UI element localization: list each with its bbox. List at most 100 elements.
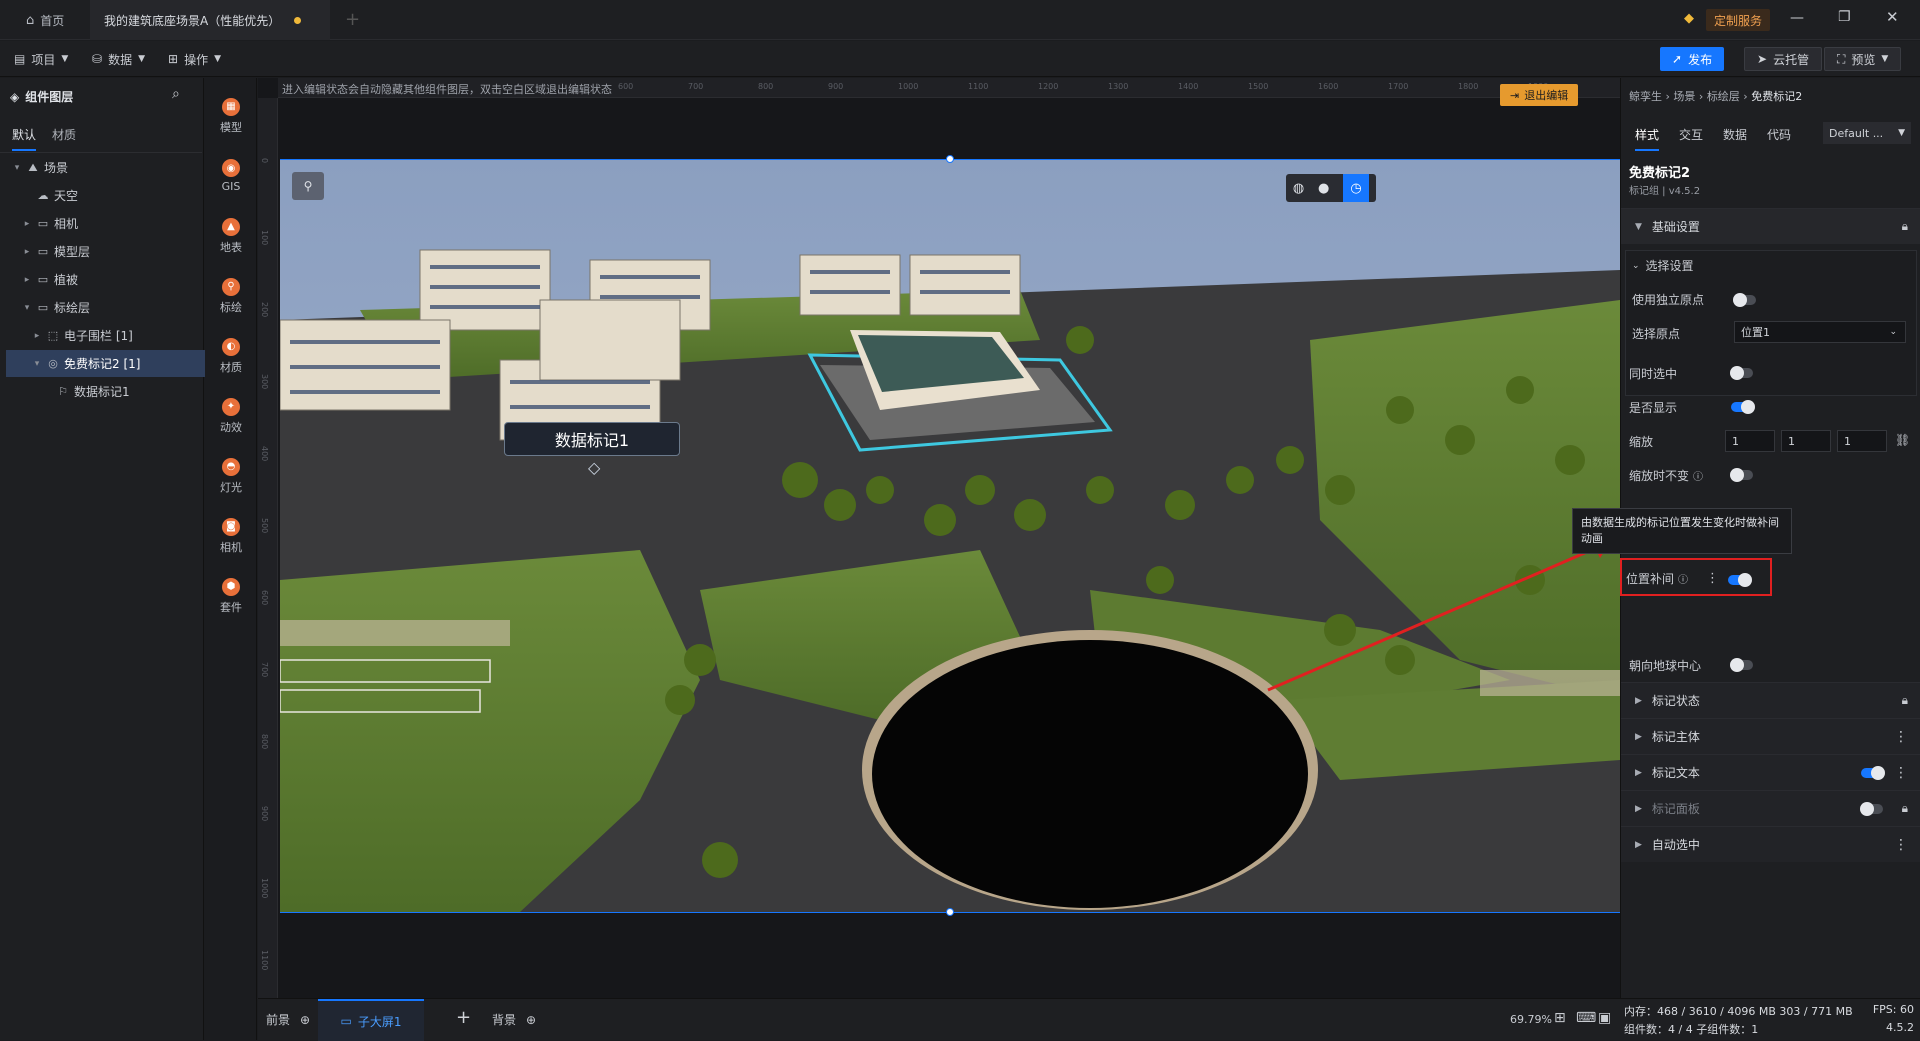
tree-item[interactable]: ☁ 天空 xyxy=(6,182,208,209)
component-category-5[interactable]: ✦ 动效 xyxy=(205,386,257,446)
face-center-toggle[interactable] xyxy=(1730,658,1753,672)
component-category-8[interactable]: ⬢ 套件 xyxy=(205,566,257,626)
terminal-icon[interactable]: ▣ xyxy=(1598,1010,1611,1026)
component-category-2[interactable]: ▲ 地表 xyxy=(205,206,257,266)
caret-icon[interactable]: ▾ xyxy=(12,163,22,173)
sync-select-toggle[interactable] xyxy=(1730,366,1753,380)
tab-default[interactable]: 默认 xyxy=(12,126,37,151)
restore-icon[interactable]: ❐ xyxy=(1838,9,1851,25)
component-category-3[interactable]: ⚲ 标绘 xyxy=(205,266,257,326)
marker-text-toggle[interactable] xyxy=(1861,766,1885,780)
property-tab[interactable]: 交互 xyxy=(1679,126,1703,151)
component-category-6[interactable]: ◓ 灯光 xyxy=(205,446,257,506)
property-section[interactable]: ▶ 标记面板 🔒︎ xyxy=(1621,790,1920,826)
theme-select[interactable]: Default ... ▼ xyxy=(1823,122,1911,144)
component-category-0[interactable]: ▦ 模型 xyxy=(205,86,257,146)
project-menu[interactable]: ▤ 项目 ▼ xyxy=(14,41,68,77)
zoom-level[interactable]: 69.79% xyxy=(1510,1013,1552,1026)
component-category-4[interactable]: ◐ 材质 xyxy=(205,326,257,386)
light-icon: ◓ xyxy=(222,457,240,476)
data-menu[interactable]: ⛁ 数据 ▼ xyxy=(92,41,145,77)
caret-icon[interactable]: ▸ xyxy=(22,219,32,229)
minimize-icon[interactable]: — xyxy=(1790,10,1804,26)
tree-item[interactable]: ▸ ▭ 相机 xyxy=(6,210,208,237)
property-section[interactable]: ▶ 标记状态 🔒︎ xyxy=(1621,682,1920,718)
keyboard-icon[interactable]: ⌨ xyxy=(1576,1010,1596,1026)
publish-button[interactable]: ➚ 发布 xyxy=(1660,47,1725,71)
tree-item[interactable]: ▾ ◎ 免费标记2 [1] xyxy=(6,350,208,377)
help-icon[interactable]: ⓘ xyxy=(1678,571,1688,586)
caret-icon[interactable]: ▸ xyxy=(22,247,32,257)
breadcrumb-item[interactable]: 免费标记2 xyxy=(1751,90,1802,103)
foreground-tab[interactable]: 前景 ⊕ xyxy=(266,1011,310,1028)
globe-icon[interactable]: ◍ xyxy=(1293,181,1304,196)
resize-handle-top[interactable] xyxy=(946,155,954,163)
operate-menu[interactable]: ⊞ 操作 ▼ xyxy=(168,41,221,77)
tree-item[interactable]: ▾ ▭ 标绘层 xyxy=(6,294,208,321)
kebab-icon[interactable]: ⋮ xyxy=(1894,837,1908,853)
section-basic-settings[interactable]: ▼ 基础设置 🔒︎ xyxy=(1621,208,1920,244)
origin-select[interactable]: 位置1 ⌄ xyxy=(1734,321,1906,343)
scale-fixed-toggle[interactable] xyxy=(1730,468,1753,482)
sub-screen-tab[interactable]: ▭ 子大屏1 xyxy=(318,999,424,1041)
use-origin-toggle[interactable] xyxy=(1733,293,1756,307)
caret-icon[interactable]: ▾ xyxy=(22,303,32,313)
help-icon[interactable]: ⓘ xyxy=(1693,468,1703,483)
exit-edit-button[interactable]: ⇥ 退出编辑 xyxy=(1500,84,1579,106)
caret-icon[interactable]: ▾ xyxy=(32,359,42,369)
tree-item[interactable]: ▸ ⬚ 电子围栏 [1] xyxy=(6,322,208,349)
breadcrumb-item[interactable]: 标绘层 xyxy=(1707,90,1740,103)
tween-toggle[interactable] xyxy=(1728,573,1752,587)
property-section[interactable]: ▶ 标记主体 ⋮ xyxy=(1621,718,1920,754)
property-tab[interactable]: 样式 xyxy=(1635,126,1660,151)
search-icon[interactable]: ⌕ xyxy=(172,86,180,102)
kebab-icon[interactable]: ⋮ xyxy=(1894,765,1908,781)
link-icon[interactable]: ⛓ xyxy=(1895,433,1910,447)
sphere-icon[interactable]: ● xyxy=(1318,181,1329,196)
chevron-right-icon: ▶ xyxy=(1635,695,1642,706)
add-screen-icon[interactable]: + xyxy=(456,1007,471,1028)
background-tab[interactable]: 背景 ⊕ xyxy=(492,1011,536,1028)
tab-material[interactable]: 材质 xyxy=(52,126,76,143)
lock-icon[interactable]: 🔒︎ xyxy=(1902,801,1908,816)
lock-icon[interactable]: 🔒︎ xyxy=(1902,219,1908,234)
lock-icon[interactable]: 🔒︎ xyxy=(1902,693,1908,708)
tree-item[interactable]: ▾ ⛰ 场景 xyxy=(6,154,208,181)
scale-y-input[interactable]: 1 xyxy=(1781,430,1831,452)
tree-item[interactable]: ▸ ▭ 植被 xyxy=(6,266,208,293)
property-tab[interactable]: 代码 xyxy=(1767,126,1791,151)
breadcrumb-item[interactable]: 鲸孪生 xyxy=(1629,90,1662,103)
caret-icon[interactable]: ▸ xyxy=(22,275,32,285)
preview-button[interactable]: ⛶ 预览 ▼ xyxy=(1824,47,1902,71)
tree-item[interactable]: ▸ ▭ 模型层 xyxy=(6,238,208,265)
data-marker-label[interactable]: 数据标记1 xyxy=(504,422,680,456)
home-tab[interactable]: ⌂ 首页 xyxy=(12,0,78,40)
fit-screen-icon[interactable]: ⊞ xyxy=(1554,1010,1566,1026)
kebab-icon[interactable]: ⋮ xyxy=(1894,729,1908,745)
scale-z-input[interactable]: 1 xyxy=(1837,430,1887,452)
custom-service-badge[interactable]: 定制服务 xyxy=(1706,9,1771,31)
component-category-7[interactable]: ◙ 相机 xyxy=(205,506,257,566)
location-pin-icon[interactable]: ⚲ xyxy=(292,172,324,200)
component-category-1[interactable]: ◉ GIS xyxy=(205,146,257,206)
scale-x-input[interactable]: 1 xyxy=(1725,430,1775,452)
cloud-hosting-button[interactable]: ➤ 云托管 xyxy=(1744,47,1823,71)
kebab-icon[interactable]: ⋮ xyxy=(1706,571,1719,586)
select-settings-header[interactable]: ⌄ 选择设置 xyxy=(1632,257,1694,274)
add-circle-icon[interactable]: ⊕ xyxy=(526,1013,536,1027)
clock-icon[interactable]: ◷ xyxy=(1343,174,1370,202)
editor-canvas[interactable]: 600 700 800 900 1000 1100 1200 1300 1400 1500 1600… xyxy=(258,78,1620,998)
breadcrumb-item[interactable]: 场景 xyxy=(1673,90,1695,103)
add-circle-icon[interactable]: ⊕ xyxy=(300,1013,310,1027)
marker-panel-toggle[interactable] xyxy=(1860,802,1883,816)
close-icon[interactable]: ✕ xyxy=(1886,8,1899,26)
property-section[interactable]: ▶ 自动选中 ⋮ xyxy=(1621,826,1920,862)
property-tab[interactable]: 数据 xyxy=(1723,126,1747,151)
property-section[interactable]: ▶ 标记文本 ⋮ xyxy=(1621,754,1920,790)
show-toggle[interactable] xyxy=(1731,400,1755,414)
caret-icon[interactable]: ▸ xyxy=(32,331,42,341)
document-tab[interactable]: 我的建筑底座场景A（性能优先） xyxy=(90,0,330,40)
new-tab-icon[interactable]: + xyxy=(345,9,360,30)
tree-item[interactable]: ⚐ 数据标记1 xyxy=(6,378,208,405)
resize-handle-bottom[interactable] xyxy=(946,908,954,916)
